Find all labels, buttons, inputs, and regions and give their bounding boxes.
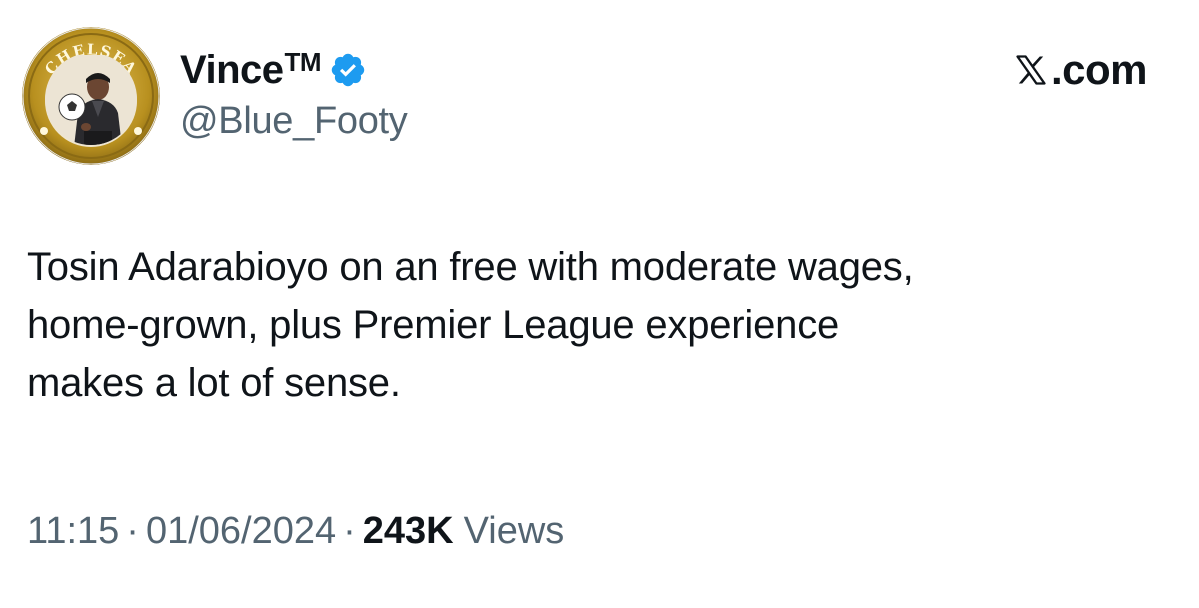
- brand-domain-text: .com: [1050, 46, 1148, 93]
- tweet-time[interactable]: 11:15: [27, 510, 119, 553]
- tweet-text-line: Tosin Adarabioyo on an free with moderat…: [27, 245, 914, 289]
- tweet-date[interactable]: 01/06/2024: [146, 510, 336, 553]
- views-count: 243K: [362, 510, 454, 552]
- display-name[interactable]: VinceTM: [180, 47, 322, 93]
- author-name-row[interactable]: VinceTM: [180, 42, 367, 98]
- tweet-text: Tosin Adarabioyo on an free with moderat…: [27, 238, 1177, 412]
- meta-separator: ·: [126, 510, 139, 552]
- x-brand: .com: [1013, 42, 1148, 98]
- tweet-text-line: home-grown, plus Premier League experien…: [27, 303, 840, 347]
- trademark-mark: TM: [284, 47, 322, 77]
- views-label: Views: [463, 510, 565, 552]
- chelsea-crest-avatar: CHELSEA: [22, 27, 160, 165]
- tweet-meta: 11:15 · 01/06/2024 · 243K Views: [27, 510, 564, 553]
- tweet-text-line: makes a lot of sense.: [27, 361, 401, 405]
- meta-separator: ·: [343, 510, 356, 552]
- verified-badge-icon: [331, 53, 365, 87]
- x-logo-icon: [1016, 55, 1046, 85]
- author-handle[interactable]: @Blue_Footy: [180, 100, 408, 143]
- avatar[interactable]: CHELSEA: [22, 27, 160, 165]
